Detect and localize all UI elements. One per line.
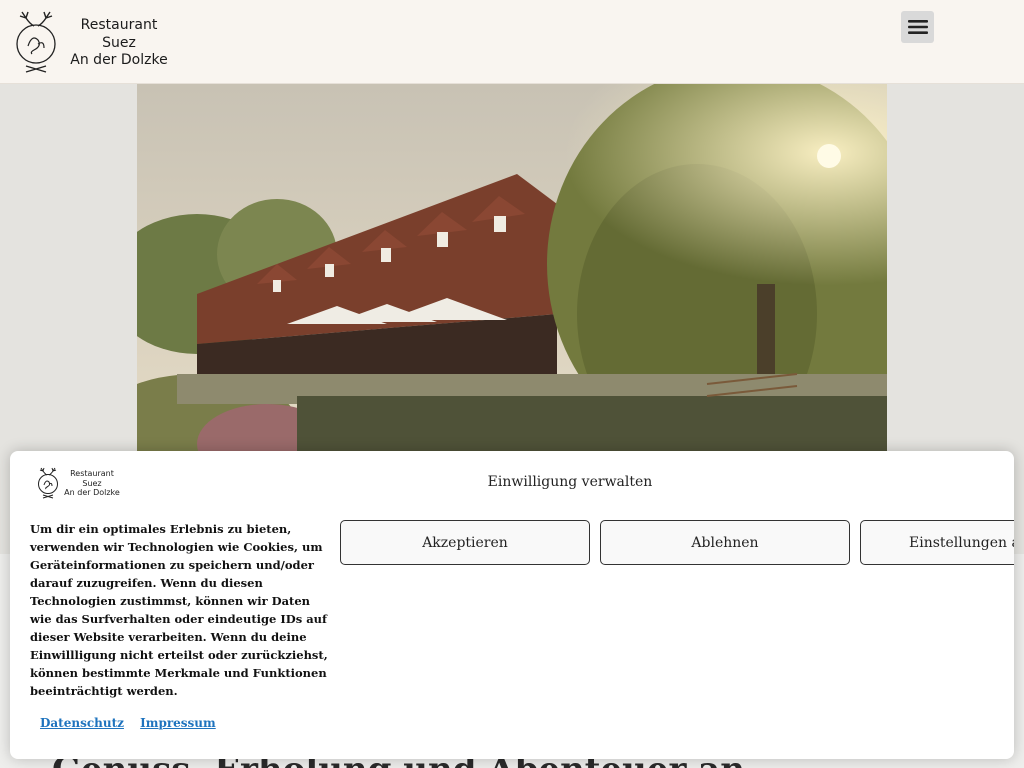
imprint-link[interactable]: Impressum (140, 716, 216, 730)
view-preferences-button[interactable]: Einstellungen ansehen (860, 520, 1014, 565)
accept-button[interactable]: Akzeptieren (340, 520, 590, 565)
restaurant-logo-icon[interactable] (12, 10, 60, 74)
banner-description: Um dir ein optimales Erlebnis zu bieten,… (30, 522, 328, 698)
privacy-link[interactable]: Datenschutz (40, 716, 124, 730)
deny-button[interactable]: Ablehnen (600, 520, 850, 565)
brand-name[interactable]: Restaurant Suez An der Dolzke (64, 17, 174, 70)
menu-toggle-button[interactable] (901, 11, 934, 43)
cookie-consent-banner: Restaurant Suez An der Dolzke Einwilligu… (10, 451, 1014, 759)
brand-line-3: An der Dolzke (70, 52, 168, 68)
site-header: Restaurant Suez An der Dolzke (0, 0, 1024, 84)
brand-line-2: Suez (102, 34, 136, 51)
banner-links: Datenschutz Impressum (40, 716, 228, 730)
brand-line-1: Restaurant (80, 17, 158, 33)
hamburger-icon (907, 20, 928, 34)
hero-image (137, 84, 887, 464)
banner-title: Einwilligung verwalten (487, 474, 653, 490)
